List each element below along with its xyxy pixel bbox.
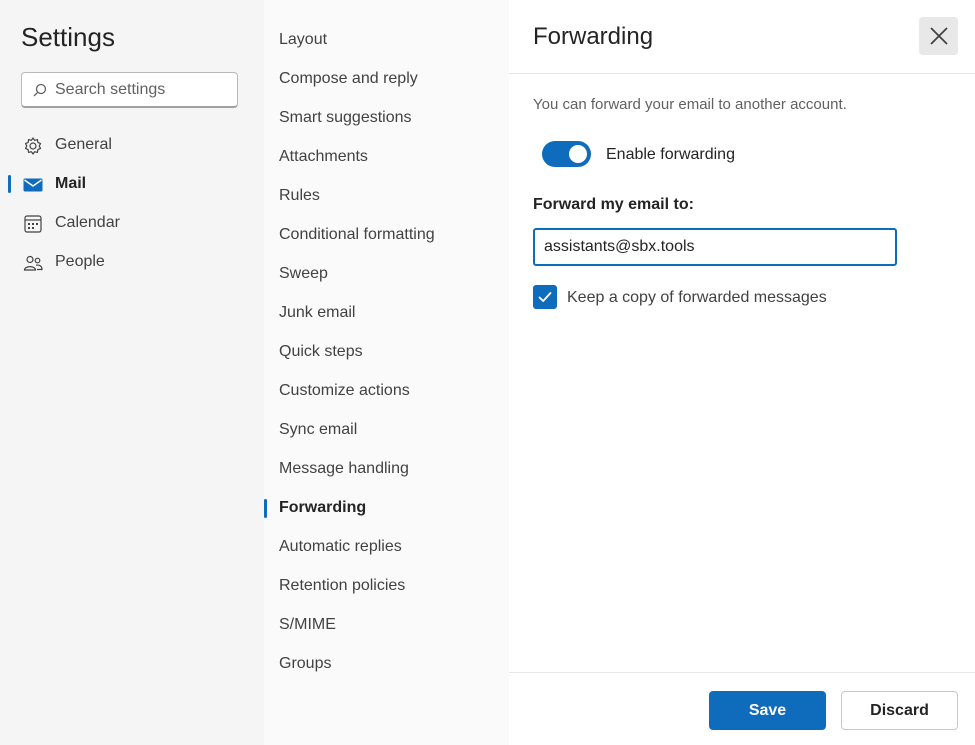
- category-people[interactable]: People: [0, 244, 264, 280]
- close-icon: [929, 27, 948, 45]
- section-forwarding[interactable]: Forwarding: [264, 490, 509, 526]
- section-automatic-replies[interactable]: Automatic replies: [264, 529, 509, 565]
- people-icon: [23, 255, 43, 271]
- section-label: Attachments: [279, 148, 368, 165]
- section-quick-steps[interactable]: Quick steps: [264, 334, 509, 370]
- section-attachments[interactable]: Attachments: [264, 139, 509, 175]
- settings-title: Settings: [21, 22, 115, 52]
- section-label: Customize actions: [279, 382, 410, 399]
- forwarding-panel: Forwarding You can forward your email to…: [509, 0, 975, 745]
- section-retention-policies[interactable]: Retention policies: [264, 568, 509, 604]
- section-label: Sync email: [279, 421, 358, 438]
- save-button[interactable]: Save: [709, 691, 826, 730]
- panel-description: You can forward your email to another ac…: [533, 96, 847, 113]
- search-input[interactable]: [55, 80, 225, 99]
- section-sync-email[interactable]: Sync email: [264, 412, 509, 448]
- toggle-knob: [569, 145, 587, 163]
- category-general[interactable]: General: [0, 127, 264, 163]
- section-label: Rules: [279, 187, 320, 204]
- checkmark-icon: [538, 292, 552, 302]
- section-smime[interactable]: S/MIME: [264, 607, 509, 643]
- mail-icon: [23, 178, 43, 192]
- selected-indicator: [264, 499, 267, 518]
- section-sweep[interactable]: Sweep: [264, 256, 509, 292]
- section-groups[interactable]: Groups: [264, 646, 509, 682]
- mail-sections-nav: Layout Compose and reply Smart suggestio…: [264, 0, 509, 745]
- enable-forwarding-toggle[interactable]: [542, 141, 591, 167]
- section-label: S/MIME: [279, 616, 336, 633]
- forward-email-field[interactable]: [533, 228, 897, 266]
- section-compose-and-reply[interactable]: Compose and reply: [264, 61, 509, 97]
- gear-icon: [24, 137, 42, 155]
- section-label: Sweep: [279, 265, 328, 282]
- section-customize-actions[interactable]: Customize actions: [264, 373, 509, 409]
- section-message-handling[interactable]: Message handling: [264, 451, 509, 487]
- settings-nav: Settings General Mail C: [0, 0, 264, 745]
- section-label: Compose and reply: [279, 70, 418, 87]
- panel-title: Forwarding: [533, 23, 654, 50]
- section-label: Retention policies: [279, 577, 406, 594]
- section-label: Layout: [279, 31, 328, 48]
- section-label: Message handling: [279, 460, 409, 477]
- section-label: Quick steps: [279, 343, 363, 360]
- forward-to-label: Forward my email to:: [533, 196, 694, 213]
- section-smart-suggestions[interactable]: Smart suggestions: [264, 100, 509, 136]
- calendar-icon: [24, 215, 42, 233]
- section-junk-email[interactable]: Junk email: [264, 295, 509, 331]
- section-label: Smart suggestions: [279, 109, 412, 126]
- divider: [509, 672, 975, 673]
- discard-button[interactable]: Discard: [841, 691, 958, 730]
- enable-forwarding-label: Enable forwarding: [606, 146, 735, 163]
- section-label: Groups: [279, 655, 332, 672]
- section-label: Automatic replies: [279, 538, 402, 555]
- category-label: Calendar: [55, 214, 120, 231]
- keep-copy-checkbox[interactable]: [533, 285, 557, 309]
- category-mail[interactable]: Mail: [0, 166, 264, 202]
- section-conditional-formatting[interactable]: Conditional formatting: [264, 217, 509, 253]
- selected-indicator: [8, 175, 11, 193]
- section-rules[interactable]: Rules: [264, 178, 509, 214]
- section-label: Forwarding: [279, 499, 367, 516]
- category-label: General: [55, 136, 112, 153]
- section-layout[interactable]: Layout: [264, 22, 509, 58]
- section-label: Junk email: [279, 304, 356, 321]
- category-label: People: [55, 253, 105, 270]
- category-calendar[interactable]: Calendar: [0, 205, 264, 241]
- divider: [509, 73, 975, 74]
- forward-email-input[interactable]: [544, 238, 884, 256]
- keep-copy-label: Keep a copy of forwarded messages: [567, 289, 827, 306]
- close-button[interactable]: [919, 17, 958, 55]
- section-label: Conditional formatting: [279, 226, 435, 243]
- category-label: Mail: [55, 175, 87, 192]
- search-icon: [33, 83, 47, 96]
- search-box[interactable]: [21, 72, 238, 108]
